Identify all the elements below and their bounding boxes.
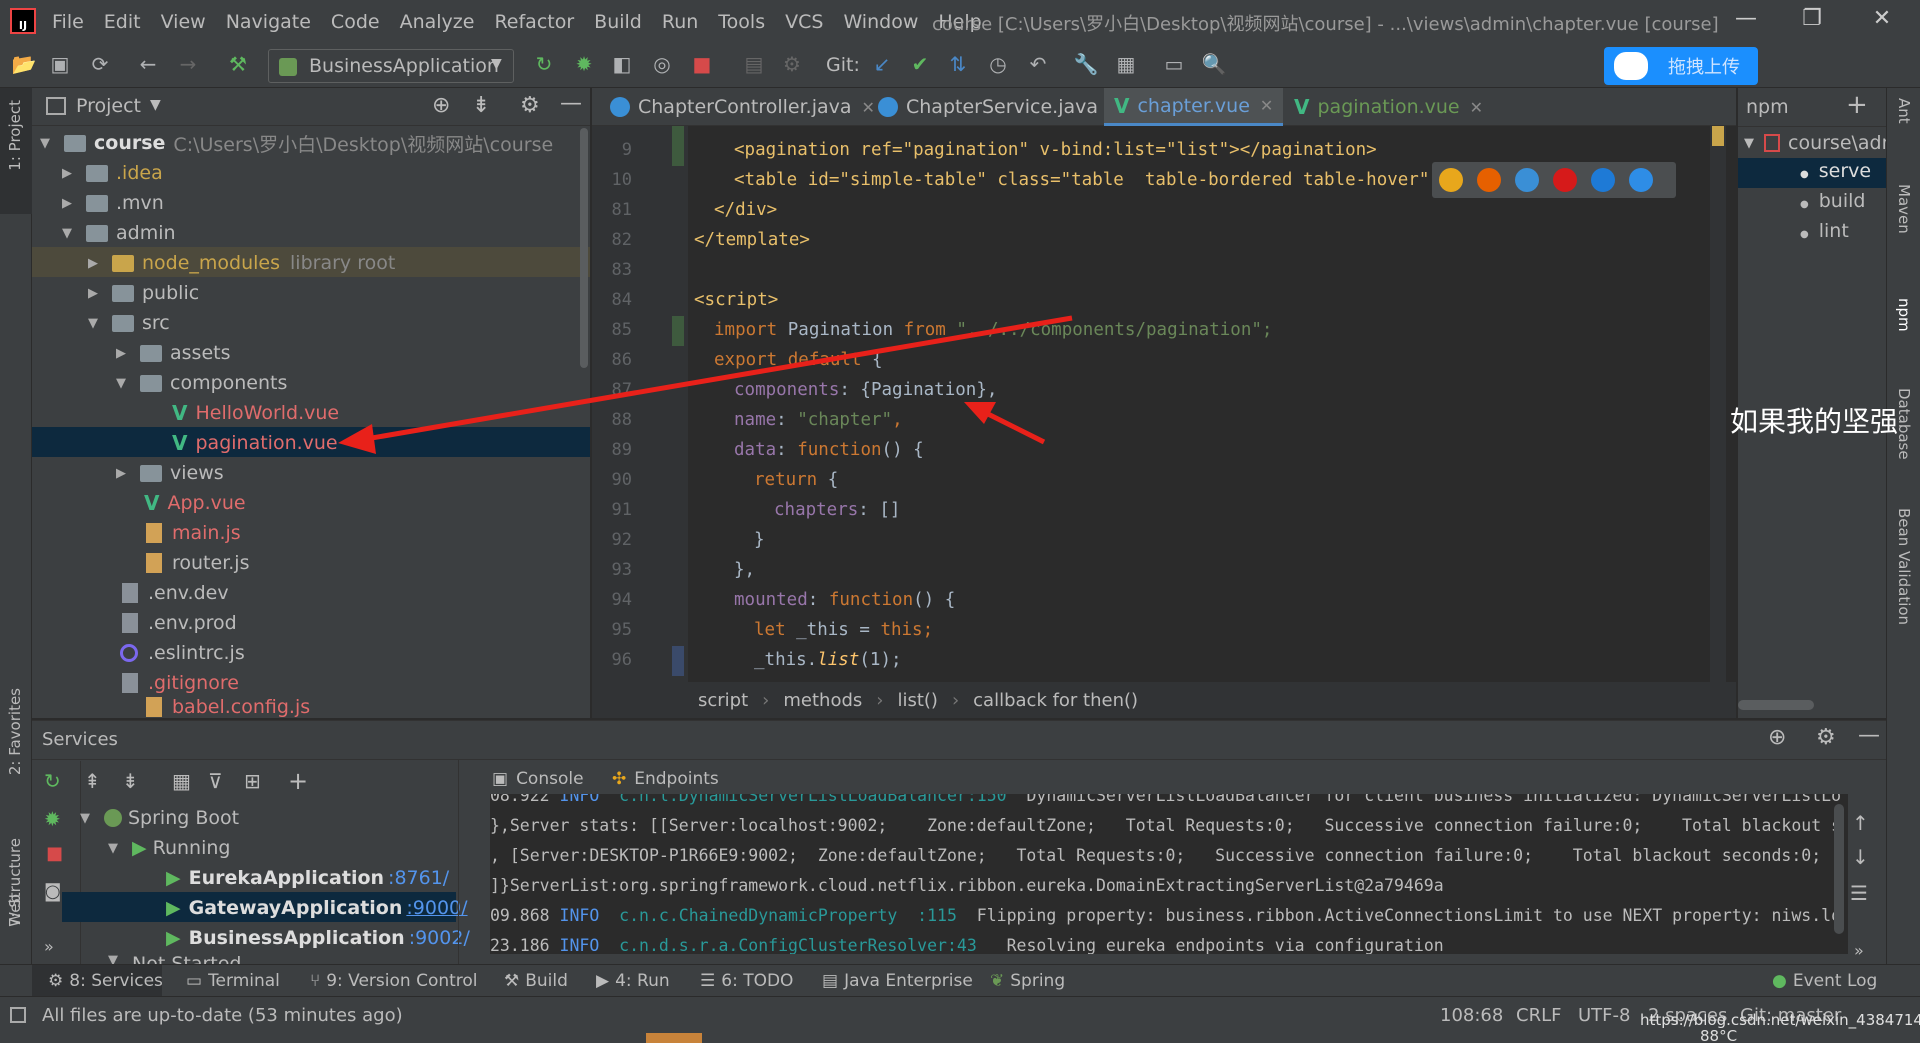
tab-services[interactable]: ⚙ 8: Services xyxy=(48,971,163,991)
npm-root[interactable]: ▼ course\adn xyxy=(1744,132,1894,154)
console-output[interactable]: 08.922 INFO c.n.l.DynamicServerListLoadB… xyxy=(490,794,1848,964)
tab-build[interactable]: ⚒ Build xyxy=(504,971,568,991)
scroll-down-icon[interactable]: ↓ xyxy=(1852,845,1869,869)
annotation-arrow-line xyxy=(978,407,1046,445)
right-tool-strip: Ant Maven npm Database Bean Validation xyxy=(1886,88,1920,964)
stop-icon[interactable]: ■ xyxy=(46,843,63,864)
rerun-icon[interactable]: ↻ xyxy=(44,769,61,793)
tab-spring[interactable]: ❦ Spring xyxy=(990,971,1065,991)
service-eureka[interactable]: ▶ EurekaApplication :8761/ xyxy=(166,863,449,893)
branch-icon: ⑂ xyxy=(310,971,321,991)
gear-icon[interactable]: ⚙ xyxy=(1816,725,1836,750)
package-json-icon xyxy=(1764,134,1780,152)
play-icon: ▶ xyxy=(596,971,610,991)
npm-title: npm xyxy=(1746,96,1789,118)
tab-terminal[interactable]: ▭ Terminal xyxy=(186,971,280,991)
temperature-readout: 88°C xyxy=(1700,1027,1738,1043)
status-message: All files are up-to-date (53 minutes ago… xyxy=(42,1005,403,1026)
hammer-icon: ⚒ xyxy=(504,971,520,991)
annotation-arrowhead xyxy=(338,424,376,454)
list-icon: ☰ xyxy=(700,971,716,991)
terminal-icon: ▭ xyxy=(186,971,203,991)
new-tab-icon[interactable]: ⊞ xyxy=(244,769,261,793)
java-ee-icon: ▤ xyxy=(822,971,839,991)
tab-ant[interactable]: Ant xyxy=(1895,98,1913,124)
filter-icon[interactable]: ⊽ xyxy=(208,769,223,793)
log-line: },Server stats: [[Server:localhost:9002;… xyxy=(490,816,1842,835)
more-icon[interactable]: » xyxy=(1854,941,1864,960)
debug-icon[interactable]: ✹ xyxy=(44,807,61,831)
log-line: 23.186 INFO c.n.d.s.r.a.ConfigClusterRes… xyxy=(490,936,1444,955)
services-title: Services xyxy=(42,729,118,750)
services-icon: ⚙ xyxy=(48,971,64,991)
soft-wrap-icon[interactable]: ☰ xyxy=(1850,881,1868,905)
tab-endpoints[interactable]: ✣ Endpoints xyxy=(612,769,719,789)
endpoints-icon: ✣ xyxy=(612,769,627,789)
npm-script-serve[interactable]: ● serve xyxy=(1800,160,1871,182)
play-icon: ▶ xyxy=(166,927,181,949)
expand-all-icon[interactable]: ⇞ xyxy=(84,769,101,793)
service-business[interactable]: ▶ BusinessApplication :9002/ xyxy=(166,923,470,953)
tree-running[interactable]: ▼ ▶ Running xyxy=(108,833,230,863)
overlay-caption: 如果我的坚强 xyxy=(1730,405,1899,438)
tree-spring-boot[interactable]: ▼ Spring Boot xyxy=(80,803,239,833)
spring-icon: ❦ xyxy=(990,971,1005,991)
tab-bean-validation[interactable]: Bean Validation xyxy=(1895,508,1913,625)
event-log-icon: ● xyxy=(1772,971,1787,991)
play-icon: ▶ xyxy=(166,867,181,889)
tab-java-enterprise[interactable]: ▤ Java Enterprise xyxy=(822,971,973,991)
group-icon[interactable]: ▦ xyxy=(172,769,191,793)
status-bar: All files are up-to-date (53 minutes ago… xyxy=(0,996,1920,1043)
npm-script-lint[interactable]: ● lint xyxy=(1800,220,1849,242)
tab-console[interactable]: ▣ Console xyxy=(492,769,584,789)
log-line: 08.922 INFO c.n.l.DynamicServerListLoadB… xyxy=(490,794,1842,805)
log-line: 09.868 INFO c.n.c.ChainedDynamicProperty… xyxy=(490,906,1842,925)
console-scrollbar[interactable] xyxy=(1834,804,1844,934)
tab-event-log[interactable]: ● Event Log xyxy=(1772,971,1877,991)
add-icon[interactable]: + xyxy=(1846,90,1868,120)
tab-maven[interactable]: Maven xyxy=(1895,184,1913,234)
file-encoding[interactable]: UTF-8 xyxy=(1578,1005,1630,1026)
tab-run[interactable]: ▶ 4: Run xyxy=(596,971,670,991)
collapse-all-icon[interactable]: ⇟ xyxy=(122,769,139,793)
console-hscrollbar[interactable] xyxy=(490,954,1848,964)
log-line: ]}ServerList:org.springframework.cloud.n… xyxy=(490,876,1444,895)
tab-npm[interactable]: npm xyxy=(1895,298,1913,332)
play-icon: ▶ xyxy=(166,897,181,919)
bottom-tool-tabs: ⚙ 8: Services ▭ Terminal ⑂ 9: Version Contr… xyxy=(0,964,1920,997)
npm-script-build[interactable]: ● build xyxy=(1800,190,1865,212)
spring-boot-icon xyxy=(104,809,122,827)
panel-toggle-icon[interactable] xyxy=(10,1007,26,1023)
tab-version-control[interactable]: ⑂ 9: Version Control xyxy=(310,971,478,991)
taskbar-indicator xyxy=(646,1033,702,1043)
hide-icon[interactable]: — xyxy=(1858,723,1880,748)
caret-position[interactable]: 108:68 xyxy=(1440,1005,1503,1026)
log-line: , [Server:DESKTOP-P1R66E9:9002; Zone:def… xyxy=(490,846,1822,865)
camera-icon[interactable]: ◙ xyxy=(44,881,61,902)
scroll-up-icon[interactable]: ↑ xyxy=(1852,811,1869,835)
play-icon: ▶ xyxy=(132,837,147,859)
annotation-arrow-line xyxy=(359,315,1073,443)
line-separator[interactable]: CRLF xyxy=(1516,1005,1561,1026)
more-icon[interactable]: » xyxy=(44,937,54,956)
tab-todo[interactable]: ☰ 6: TODO xyxy=(700,971,793,991)
console-icon: ▣ xyxy=(492,769,509,789)
locate-icon[interactable]: ⊕ xyxy=(1768,725,1786,750)
add-service-icon[interactable]: + xyxy=(288,767,308,795)
npm-scrollbar[interactable] xyxy=(1738,700,1814,710)
service-gateway[interactable]: ▶ GatewayApplication :9000/ xyxy=(166,893,468,923)
watermark: https://blog.csdn.net/weixin_43847148 xyxy=(1640,1011,1920,1029)
